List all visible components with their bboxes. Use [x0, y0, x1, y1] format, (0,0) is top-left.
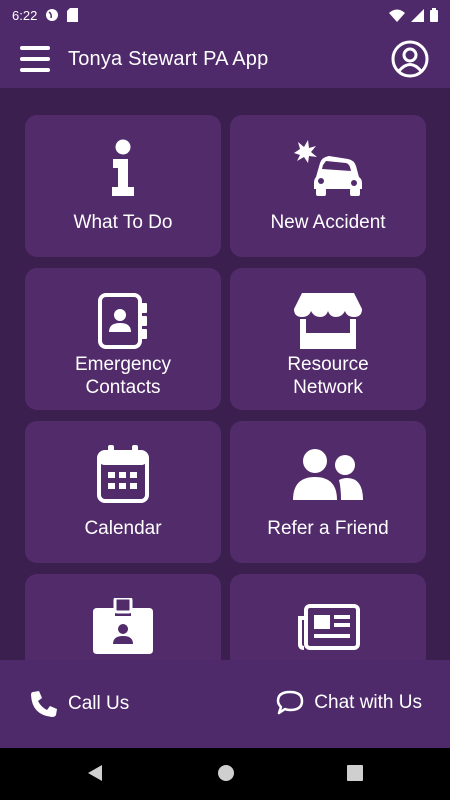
- chat-with-us-label: Chat with Us: [314, 692, 422, 713]
- tile-calendar[interactable]: Calendar: [25, 421, 221, 563]
- tile-emergency-contacts[interactable]: Emergency Contacts: [25, 268, 221, 410]
- id-badge-icon: [93, 598, 153, 654]
- status-time: 6:22: [12, 7, 38, 23]
- tile-label: New Accident: [270, 212, 386, 233]
- contacts-book-icon: [98, 293, 147, 349]
- globe-icon: [46, 9, 59, 21]
- phone-icon: [31, 691, 57, 717]
- tile-id-badge[interactable]: [25, 574, 221, 660]
- car-crash-icon: [294, 140, 362, 196]
- call-us-label: Call Us: [68, 693, 130, 714]
- tile-label: Emergency Contacts: [25, 353, 221, 399]
- tile-label-text: Emergency Contacts: [74, 354, 172, 398]
- chat-with-us-button[interactable]: Chat with Us: [276, 690, 422, 716]
- tile-label-text: Resource Network: [287, 354, 369, 398]
- back-icon[interactable]: [86, 764, 104, 782]
- tile-label: Calendar: [84, 518, 162, 539]
- tile-news[interactable]: [230, 574, 426, 660]
- app-title: Tonya Stewart PA App: [68, 47, 269, 70]
- menu-icon[interactable]: [20, 46, 50, 72]
- signal-icon: [411, 8, 424, 22]
- home-icon[interactable]: [217, 764, 235, 782]
- users-icon: [293, 449, 363, 500]
- profile-icon: [391, 40, 429, 78]
- system-nav-bar: [0, 748, 450, 800]
- status-bar: 6:22: [0, 0, 450, 30]
- call-us-button[interactable]: Call Us: [30, 690, 129, 718]
- sd-card-icon: [67, 8, 79, 22]
- chat-bubble-icon: [277, 690, 304, 715]
- menu-grid: What To Do New Accident Emergency Contac…: [0, 88, 450, 660]
- tile-label: Refer a Friend: [267, 518, 389, 539]
- tile-resource-network[interactable]: Resource Network: [230, 268, 426, 410]
- tile-label: Resource Network: [230, 353, 426, 399]
- app-bar: Tonya Stewart PA App: [0, 30, 450, 88]
- newspaper-icon: [298, 604, 360, 650]
- info-icon: [112, 139, 134, 196]
- calendar-icon: [97, 445, 149, 503]
- battery-icon: [430, 8, 438, 22]
- store-icon: [294, 293, 362, 349]
- tile-what-to-do[interactable]: What To Do: [25, 115, 221, 257]
- tile-label: What To Do: [73, 212, 173, 233]
- tile-refer-a-friend[interactable]: Refer a Friend: [230, 421, 426, 563]
- bottom-action-bar: Call Us Chat with Us: [0, 660, 450, 748]
- recents-icon[interactable]: [346, 764, 364, 782]
- wifi-icon: [389, 9, 405, 22]
- tile-new-accident[interactable]: New Accident: [230, 115, 426, 257]
- profile-button[interactable]: [390, 39, 430, 79]
